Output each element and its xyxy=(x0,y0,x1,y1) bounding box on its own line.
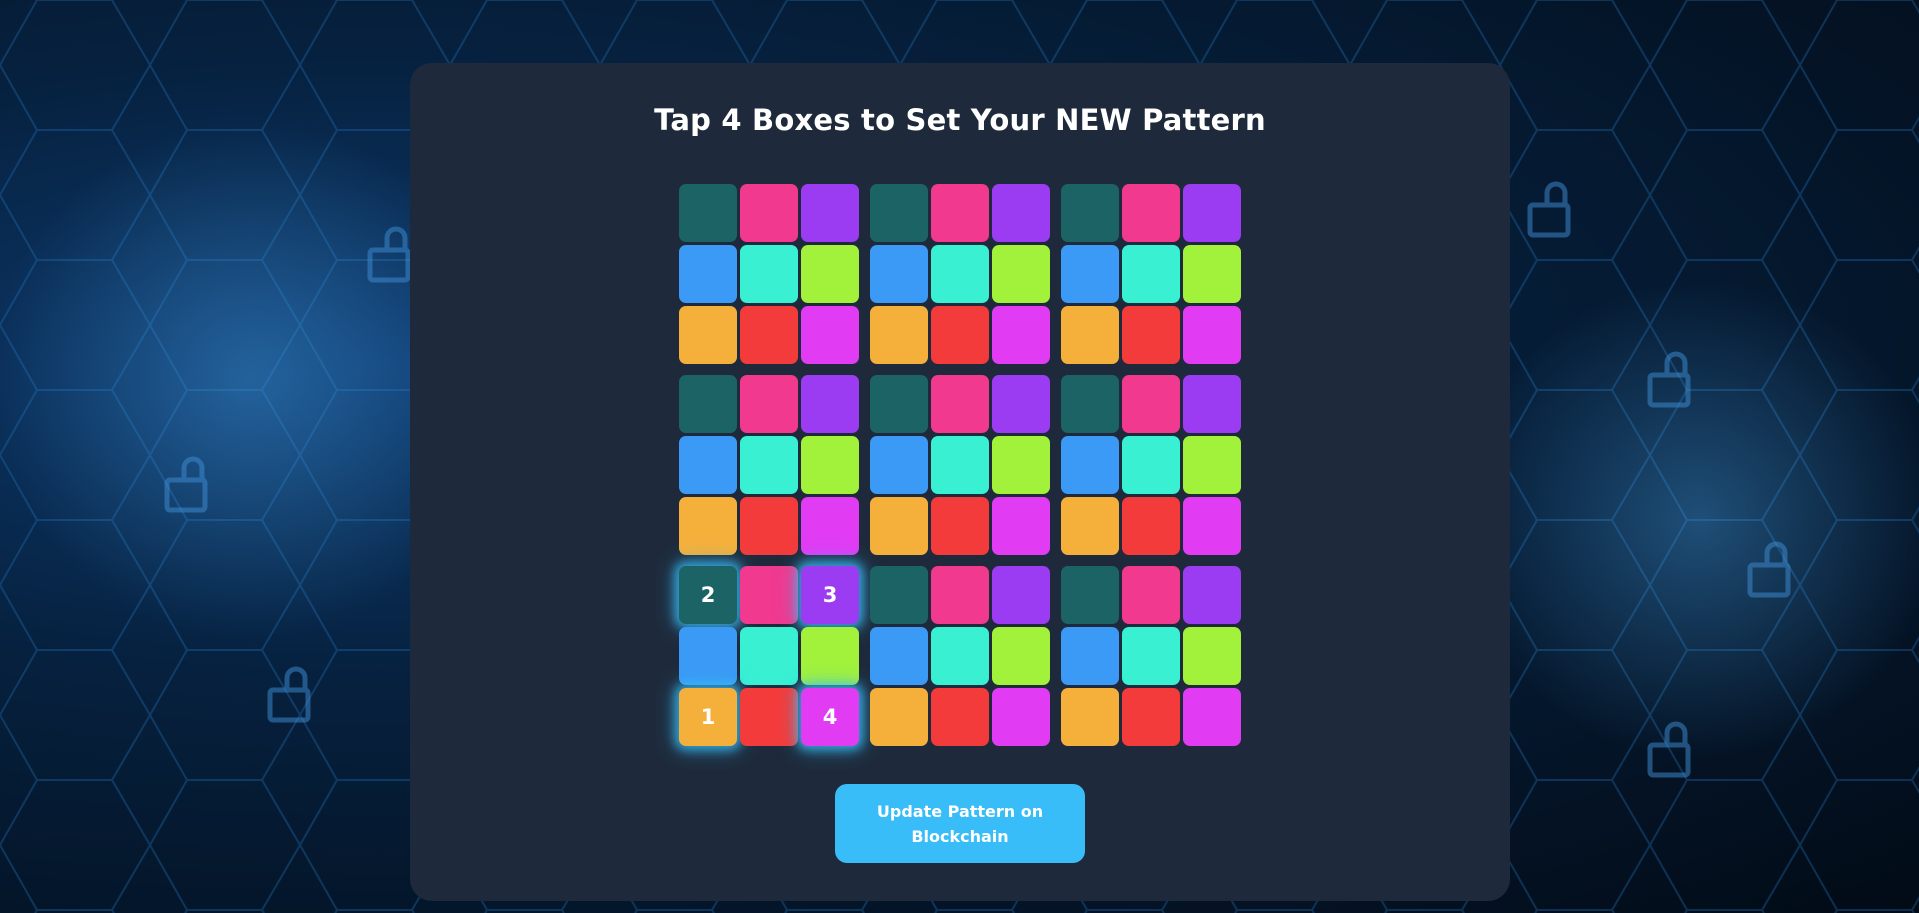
pattern-box-red[interactable] xyxy=(740,497,798,555)
pattern-box-selected[interactable]: 2 xyxy=(679,566,737,624)
pattern-box-selected[interactable]: 3 xyxy=(801,566,859,624)
pattern-box-magenta[interactable] xyxy=(992,306,1050,364)
pattern-box-pink[interactable] xyxy=(1122,566,1180,624)
pattern-box-lime[interactable] xyxy=(1183,245,1241,303)
pattern-box-pink[interactable] xyxy=(1122,375,1180,433)
selection-order-label: 4 xyxy=(822,705,838,729)
pattern-box-blue[interactable] xyxy=(870,245,928,303)
pattern-box-teal[interactable] xyxy=(1061,375,1119,433)
pattern-box-purple[interactable] xyxy=(801,375,859,433)
pattern-box-lime[interactable] xyxy=(992,245,1050,303)
pattern-box-orange[interactable] xyxy=(679,497,737,555)
pattern-box-magenta[interactable] xyxy=(1183,306,1241,364)
page-title: Tap 4 Boxes to Set Your NEW Pattern xyxy=(654,103,1266,137)
pattern-box-magenta[interactable] xyxy=(992,497,1050,555)
pattern-box-purple[interactable] xyxy=(992,566,1050,624)
update-pattern-button[interactable]: Update Pattern on Blockchain xyxy=(835,784,1085,863)
pattern-box-lime[interactable] xyxy=(1183,627,1241,685)
pattern-box-orange[interactable] xyxy=(1061,688,1119,746)
pattern-box-purple[interactable] xyxy=(1183,184,1241,242)
pattern-box-lime[interactable] xyxy=(992,627,1050,685)
pattern-box-purple[interactable] xyxy=(801,184,859,242)
pattern-box-teal[interactable] xyxy=(1061,184,1119,242)
pattern-box-magenta[interactable] xyxy=(801,497,859,555)
pattern-box-pink[interactable] xyxy=(931,375,989,433)
pattern-box-pink[interactable] xyxy=(931,566,989,624)
pattern-box-selected[interactable]: 1 xyxy=(679,688,737,746)
pattern-box-red[interactable] xyxy=(740,688,798,746)
pattern-box-magenta[interactable] xyxy=(1183,497,1241,555)
pattern-box-purple[interactable] xyxy=(992,375,1050,433)
pattern-box-orange[interactable] xyxy=(1061,497,1119,555)
pattern-box-red[interactable] xyxy=(931,306,989,364)
pattern-panel: Tap 4 Boxes to Set Your NEW Pattern 2 3 1 4… xyxy=(410,63,1510,901)
pattern-box-teal[interactable] xyxy=(870,566,928,624)
selection-order-label: 1 xyxy=(700,705,716,729)
pattern-box-blue[interactable] xyxy=(679,245,737,303)
pattern-box-magenta[interactable] xyxy=(1183,688,1241,746)
pattern-box-pink[interactable] xyxy=(931,184,989,242)
pattern-box-cyan[interactable] xyxy=(1122,627,1180,685)
pattern-box-lime[interactable] xyxy=(992,436,1050,494)
pattern-box-orange[interactable] xyxy=(870,306,928,364)
pattern-box-pink[interactable] xyxy=(740,566,798,624)
pattern-box-red[interactable] xyxy=(1122,497,1180,555)
pattern-box-purple[interactable] xyxy=(1183,375,1241,433)
pattern-box-cyan[interactable] xyxy=(931,245,989,303)
pattern-box-pink[interactable] xyxy=(740,184,798,242)
pattern-box-orange[interactable] xyxy=(870,497,928,555)
update-pattern-button-label: Update Pattern on Blockchain xyxy=(876,801,1044,846)
pattern-box-blue[interactable] xyxy=(1061,436,1119,494)
pattern-box-purple[interactable] xyxy=(1183,566,1241,624)
pattern-box-selected[interactable]: 4 xyxy=(801,688,859,746)
pattern-box-cyan[interactable] xyxy=(931,436,989,494)
pattern-box-pink[interactable] xyxy=(740,375,798,433)
selection-order-label: 3 xyxy=(822,583,838,607)
pattern-box-pink[interactable] xyxy=(1122,184,1180,242)
pattern-box-magenta[interactable] xyxy=(992,688,1050,746)
pattern-box-cyan[interactable] xyxy=(1122,245,1180,303)
pattern-box-cyan[interactable] xyxy=(931,627,989,685)
pattern-box-orange[interactable] xyxy=(1061,306,1119,364)
pattern-box-teal[interactable] xyxy=(679,375,737,433)
pattern-box-cyan[interactable] xyxy=(740,245,798,303)
pattern-box-teal[interactable] xyxy=(870,375,928,433)
pattern-box-red[interactable] xyxy=(1122,306,1180,364)
pattern-box-red[interactable] xyxy=(931,497,989,555)
pattern-box-cyan[interactable] xyxy=(1122,436,1180,494)
pattern-box-lime[interactable] xyxy=(1183,436,1241,494)
pattern-box-red[interactable] xyxy=(1122,688,1180,746)
pattern-box-teal[interactable] xyxy=(870,184,928,242)
pattern-box-lime[interactable] xyxy=(801,436,859,494)
pattern-box-cyan[interactable] xyxy=(740,627,798,685)
pattern-box-cyan[interactable] xyxy=(740,436,798,494)
pattern-box-blue[interactable] xyxy=(679,627,737,685)
pattern-box-lime[interactable] xyxy=(801,627,859,685)
pattern-box-red[interactable] xyxy=(931,688,989,746)
pattern-box-orange[interactable] xyxy=(870,688,928,746)
pattern-box-orange[interactable] xyxy=(679,306,737,364)
pattern-box-teal[interactable] xyxy=(679,184,737,242)
pattern-box-blue[interactable] xyxy=(870,436,928,494)
pattern-box-purple[interactable] xyxy=(992,184,1050,242)
pattern-box-magenta[interactable] xyxy=(801,306,859,364)
pattern-box-lime[interactable] xyxy=(801,245,859,303)
selection-order-label: 2 xyxy=(700,583,716,607)
pattern-box-blue[interactable] xyxy=(870,627,928,685)
pattern-box-blue[interactable] xyxy=(1061,245,1119,303)
pattern-box-blue[interactable] xyxy=(679,436,737,494)
pattern-box-red[interactable] xyxy=(740,306,798,364)
pattern-box-blue[interactable] xyxy=(1061,627,1119,685)
pattern-box-teal[interactable] xyxy=(1061,566,1119,624)
